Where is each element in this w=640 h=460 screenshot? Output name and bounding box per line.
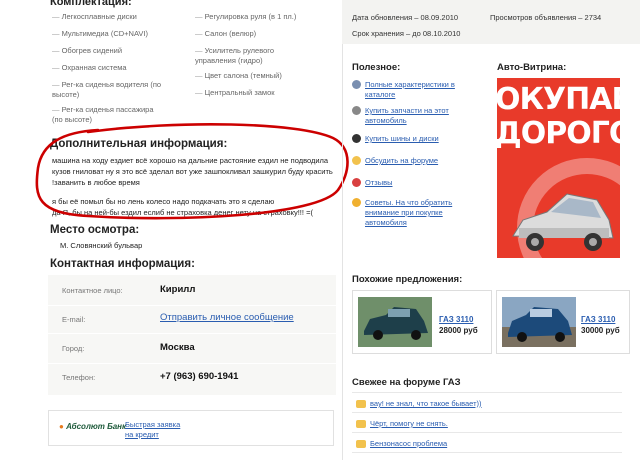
useful-item[interactable]: Полные характеристики в каталоге (352, 80, 482, 106)
useful-title: Полезное: (352, 62, 401, 73)
send-message-link[interactable]: Отправить личное сообщение (160, 312, 294, 323)
ad-headline-line: ОКУПАЕ (497, 82, 620, 117)
similar-price: 30000 руб (581, 326, 620, 335)
inspection-title: Место осмотра: (50, 224, 140, 236)
red-annotation-circle (35, 122, 349, 220)
similar-model-link[interactable]: ГАЗ 3110 (581, 315, 615, 324)
loan-request-link[interactable]: Быстрая заявка на кредит (125, 420, 180, 440)
contact-name: Кирилл (160, 284, 196, 295)
chat-bubble-icon (356, 440, 366, 449)
similar-card[interactable]: ГАЗ 3110 28000 руб (352, 290, 492, 354)
showcase-ad[interactable]: ОКУПАЕ ДОРОГО (497, 78, 620, 258)
catalog-link[interactable]: Полные характеристики в каталоге (365, 80, 482, 100)
bank-logo: ● Абсолют Банк (59, 422, 126, 431)
parts-link-line[interactable]: Купить запчасти на этот (365, 106, 482, 116)
contact-email-label: E-mail: (62, 315, 86, 324)
equipment-item: Центральный замок (195, 88, 325, 98)
gear-icon (352, 106, 361, 115)
view-count: Просмотров объявления – 2734 (490, 13, 602, 22)
bank-banner[interactable]: ● Абсолют Банк Быстрая заявка на кредит (48, 410, 334, 446)
bulb-icon (352, 198, 361, 207)
contact-city-label: Город: (62, 344, 85, 353)
tips-link-line[interactable]: автомобиля (365, 218, 482, 228)
tips-link-line[interactable]: внимание при покупке (365, 208, 482, 218)
forum-divider (352, 392, 622, 393)
forum-topic-link[interactable]: вау! не знал, что такое бывает)) (370, 399, 482, 408)
useful-item[interactable]: Отзывы (352, 178, 482, 198)
car-icon (352, 80, 361, 89)
equipment-item: Охранная система (52, 63, 202, 73)
forum-item[interactable]: Чёрт, помогу не снять. (356, 419, 448, 429)
tire-icon (352, 134, 361, 143)
forum-topic-link[interactable]: Чёрт, помогу не снять. (370, 419, 448, 428)
forum-divider (352, 412, 622, 413)
showcase-title: Авто-Витрина: (497, 62, 567, 73)
useful-item[interactable]: Советы. На что обратить внимание при поку… (352, 198, 482, 232)
ad-car-image (512, 193, 614, 251)
tips-link[interactable]: Советы. На что обратить внимание при поку… (365, 198, 482, 228)
contact-phone: +7 (963) 690-1941 (160, 371, 239, 382)
parts-link[interactable]: Купить запчасти на этот автомобиль (365, 106, 482, 126)
equipment-item: Мультимедиа (CD+NAVI) (52, 29, 202, 39)
forum-divider (352, 432, 622, 433)
update-date: Дата обновления – 08.09.2010 (352, 13, 459, 22)
tips-link-line[interactable]: Советы. На что обратить (365, 198, 482, 208)
chat-bubble-icon (356, 420, 366, 429)
equipment-item: Регулировка руля (в 1 пл.) (195, 12, 325, 22)
similar-price: 28000 руб (439, 326, 478, 335)
car-photo[interactable] (502, 297, 576, 347)
catalog-link-line[interactable]: каталоге (365, 90, 482, 100)
useful-item[interactable]: Купить шины и диски (352, 134, 482, 156)
forum-topic-link[interactable]: Бензонасос проблема (370, 439, 447, 448)
contact-title: Контактная информация: (50, 258, 195, 270)
equipment-title: Комплектация: (50, 0, 132, 8)
forum-discuss-link[interactable]: Обсудить на форуме (365, 156, 482, 166)
chat-bubble-icon (356, 400, 366, 409)
forum-item[interactable]: Бензонасос проблема (356, 439, 447, 449)
forum-divider (352, 452, 622, 453)
loan-link-line[interactable]: Быстрая заявка (125, 420, 180, 430)
similar-title: Похожие предложения: (352, 274, 463, 285)
column-divider (342, 0, 343, 460)
loan-link-line[interactable]: на кредит (125, 430, 180, 440)
review-icon (352, 178, 361, 187)
equipment-item: Обогрев сидений (52, 46, 202, 56)
parts-link-line[interactable]: автомобиль (365, 116, 482, 126)
equipment-item: Салон (велюр) (195, 29, 325, 39)
useful-item[interactable]: Обсудить на форуме (352, 156, 482, 178)
equipment-item: Рег-ка сиденья водителя (по высоте) (52, 80, 162, 100)
equipment-item: Цвет салона (темный) (195, 71, 325, 81)
equipment-item: Усилитель рулевого управления (гидро) (195, 46, 315, 66)
inspection-place: М. Словянский бульвар (60, 241, 143, 250)
equipment-left-list: Легкосплавные диски Мультимедиа (CD+NAVI… (52, 12, 202, 125)
car-photo[interactable] (358, 297, 432, 347)
tires-link[interactable]: Купить шины и диски (365, 134, 482, 144)
similar-model-link[interactable]: ГАЗ 3110 (439, 315, 473, 324)
expiry-date: Срок хранения – до 08.10.2010 (352, 29, 461, 38)
catalog-link-line[interactable]: Полные характеристики в (365, 80, 482, 90)
equipment-right-list: Регулировка руля (в 1 пл.) Салон (велюр)… (195, 12, 325, 98)
row-divider (48, 305, 336, 306)
contact-phone-label: Телефон: (62, 373, 96, 382)
contact-table: Контактное лицо: Кирилл E-mail: Отправит… (48, 275, 336, 395)
equipment-item: Легкосплавные диски (52, 12, 202, 22)
reviews-link[interactable]: Отзывы (365, 178, 482, 188)
row-divider (48, 363, 336, 364)
useful-list: Полные характеристики в каталоге Купить з… (352, 80, 482, 232)
chat-icon (352, 156, 361, 165)
forum-item[interactable]: вау! не знал, что такое бывает)) (356, 399, 482, 409)
bank-logo-text: Абсолют Банк (66, 422, 127, 431)
forum-title: Свежее на форуме ГАЗ (352, 377, 461, 388)
useful-item[interactable]: Купить запчасти на этот автомобиль (352, 106, 482, 134)
ad-headline-line: ДОРОГО (497, 116, 620, 151)
bank-logo-mark: ● (59, 422, 64, 431)
row-divider (48, 333, 336, 334)
similar-card[interactable]: ГАЗ 3110 30000 руб (496, 290, 630, 354)
contact-name-label: Контактное лицо: (62, 286, 123, 295)
contact-city: Москва (160, 342, 195, 353)
